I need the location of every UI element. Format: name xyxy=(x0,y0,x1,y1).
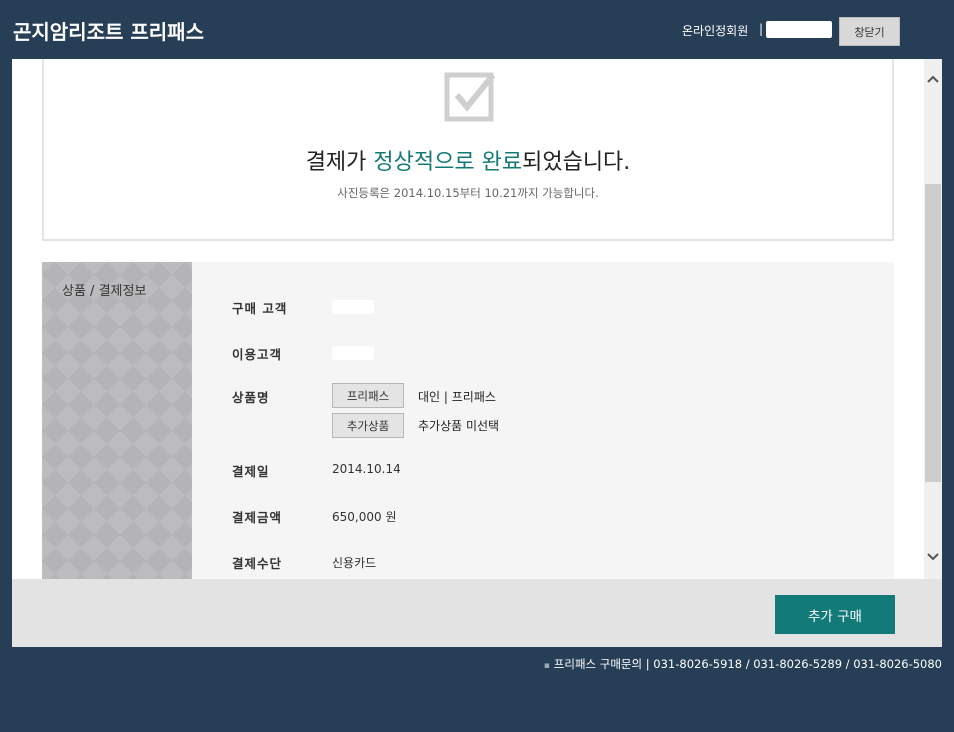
member-type-label: 온라인정회원 xyxy=(682,24,749,38)
section-title: 상품 / 결제정보 xyxy=(62,284,147,299)
completion-box: 결제가 정상적으로 완료되었습니다. 사진등록은 2014.10.15부터 10… xyxy=(42,59,894,241)
scroll-down-arrow-icon[interactable] xyxy=(924,547,942,567)
payment-amount-value: 650,000 원 xyxy=(332,510,397,524)
header-bar: 곤지암리조트 프리패스 온라인정회원 | 창닫기 xyxy=(0,0,954,59)
checkbox-check-icon xyxy=(444,72,496,122)
member-separator: | xyxy=(759,22,764,36)
completion-message-prefix: 결제가 xyxy=(305,150,374,175)
payment-method-value: 신용카드 xyxy=(332,556,377,570)
scrollbar-thumb[interactable] xyxy=(925,184,941,482)
buy-more-button[interactable]: 추가 구매 xyxy=(775,595,895,634)
scroll-up-arrow-icon[interactable] xyxy=(924,69,942,89)
payment-amount-label: 결제금액 xyxy=(232,510,283,525)
product-tag-freepass: 프리패스 xyxy=(332,383,404,408)
close-window-button[interactable]: 창닫기 xyxy=(839,17,900,46)
completion-message-suffix: 되었습니다. xyxy=(522,150,631,175)
buyer-value-redacted xyxy=(332,300,374,314)
product-desc-addon: 추가상품 미선택 xyxy=(418,419,500,433)
product-label: 상품명 xyxy=(232,390,270,405)
purchase-contact-info: ▪ 프리패스 구매문의 | 031-8026-5918 / 031-8026-52… xyxy=(544,656,942,672)
payment-date-label: 결제일 xyxy=(232,464,270,479)
scroll-content: 결제가 정상적으로 완료되었습니다. 사진등록은 2014.10.15부터 10… xyxy=(12,59,924,579)
product-desc-freepass: 대인 | 프리패스 xyxy=(418,390,496,404)
bullet-icon: ▪ xyxy=(543,661,550,671)
payment-date-value: 2014.10.14 xyxy=(332,462,401,476)
product-tag-addon: 추가상품 xyxy=(332,413,404,438)
payment-method-label: 결제수단 xyxy=(232,556,283,571)
contact-text: 프리패스 구매문의 | 031-8026-5918 / 031-8026-528… xyxy=(553,657,942,671)
photo-registration-notice: 사진등록은 2014.10.15부터 10.21까지 가능합니다. xyxy=(337,186,599,200)
vertical-scrollbar[interactable] xyxy=(924,59,942,579)
buyer-label: 구매 고객 xyxy=(232,301,288,316)
payment-info-panel: 상품 / 결제정보 구매 고객 이용고객 상품명 프리패스 대인 | 프리패스 … xyxy=(42,262,894,579)
info-side-panel: 상품 / 결제정보 xyxy=(42,262,192,579)
member-name-redacted xyxy=(766,21,832,38)
app-title: 곤지암리조트 프리패스 xyxy=(13,20,204,44)
action-footer: 추가 구매 xyxy=(12,579,942,647)
user-label: 이용고객 xyxy=(232,347,283,362)
completion-message-accent: 정상적으로 완료 xyxy=(373,150,523,175)
user-value-redacted xyxy=(332,346,374,360)
popup-window: 결제가 정상적으로 완료되었습니다. 사진등록은 2014.10.15부터 10… xyxy=(12,59,942,647)
completion-message: 결제가 정상적으로 완료되었습니다. xyxy=(44,144,892,176)
